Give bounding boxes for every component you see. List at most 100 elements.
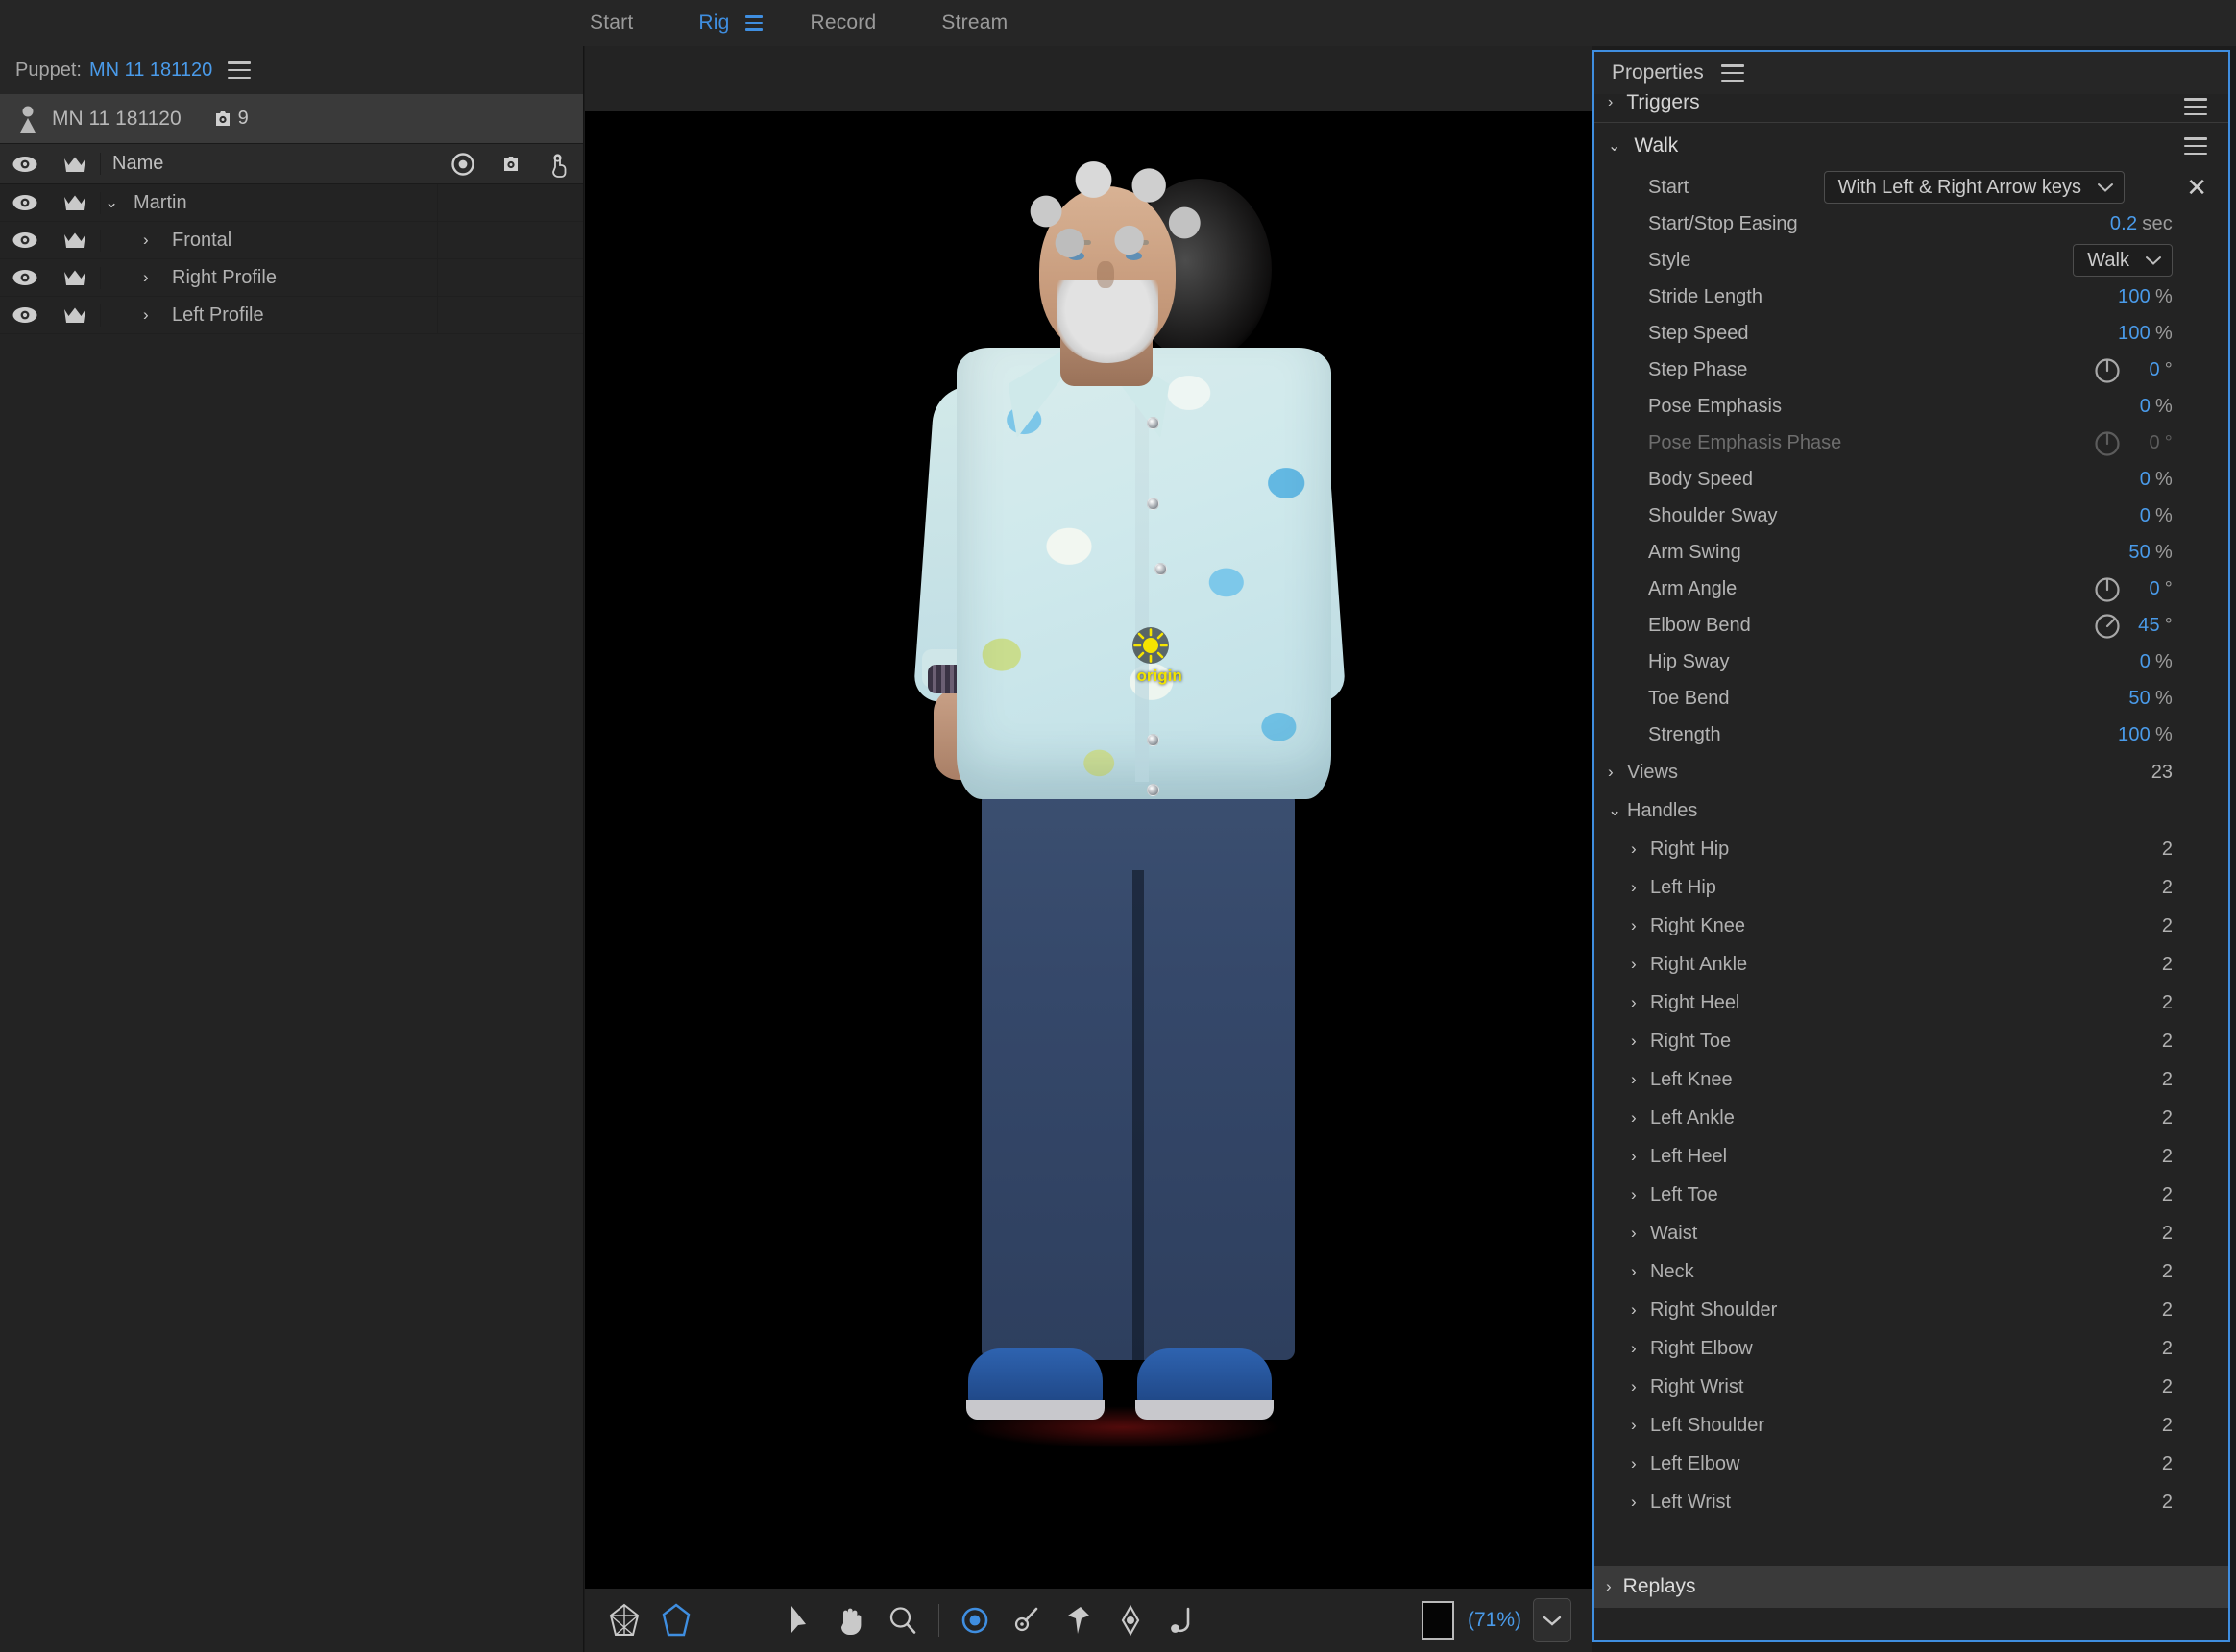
property-row-step-phase[interactable]: Step Phase 0 ° <box>1594 352 2228 388</box>
chevron-right-icon[interactable]: › <box>1608 94 1613 111</box>
property-value[interactable]: 0% <box>2140 505 2173 527</box>
hamburger-icon[interactable] <box>228 61 252 79</box>
hamburger-icon[interactable] <box>742 13 767 33</box>
dangle-pin-icon[interactable] <box>1001 1595 1053 1645</box>
list-item[interactable]: › Left Knee 2 <box>1594 1060 2228 1099</box>
workspace-tab-stream[interactable]: Stream <box>909 0 1040 46</box>
property-value[interactable]: 0 ° <box>2149 359 2173 381</box>
list-item[interactable]: › Right Knee 2 <box>1594 907 2228 945</box>
list-item[interactable]: › Right Hip 2 <box>1594 830 2228 868</box>
chevron-right-icon[interactable]: › <box>1608 763 1614 782</box>
property-row-body-speed[interactable]: Body Speed 0% <box>1594 461 2228 498</box>
eye-icon[interactable] <box>0 269 50 286</box>
hamburger-icon[interactable] <box>2184 98 2207 115</box>
table-row[interactable]: › Frontal <box>0 222 583 259</box>
magnifier-icon[interactable] <box>877 1595 929 1645</box>
puppet-canvas[interactable]: origin <box>585 111 1592 1589</box>
chevron-right-icon[interactable]: › <box>1631 1454 1637 1473</box>
chevron-right-icon[interactable]: › <box>1631 1493 1637 1512</box>
list-item[interactable]: › Right Toe 2 <box>1594 1022 2228 1060</box>
origin-handle[interactable] <box>1131 626 1170 665</box>
chevron-down-icon[interactable]: ⌄ <box>105 193 124 212</box>
column-header-name[interactable]: Name <box>100 153 439 175</box>
chevron-right-icon[interactable]: › <box>1631 878 1637 897</box>
angle-dial[interactable] <box>2094 357 2121 390</box>
list-item[interactable]: › Neck 2 <box>1594 1252 2228 1291</box>
property-row-step-speed[interactable]: Step Speed 100% <box>1594 315 2228 352</box>
stick-pin-icon[interactable] <box>1053 1595 1105 1645</box>
chevron-right-icon[interactable]: › <box>1631 1108 1637 1128</box>
outline-icon[interactable] <box>650 1595 702 1645</box>
chevron-down-icon[interactable]: ⌄ <box>1608 136 1620 156</box>
crown-icon[interactable] <box>50 305 100 325</box>
list-item[interactable]: › Right Heel 2 <box>1594 984 2228 1022</box>
crown-icon[interactable] <box>50 268 100 287</box>
angle-dial[interactable] <box>2094 613 2121 645</box>
mesh-icon[interactable] <box>598 1595 650 1645</box>
start-trigger-select[interactable]: With Left & Right Arrow keys <box>1823 171 2125 204</box>
chevron-right-icon[interactable]: › <box>1631 916 1637 935</box>
mesh-handle[interactable] <box>1146 417 1159 429</box>
draggable-handle-icon[interactable] <box>1105 1595 1156 1645</box>
property-value[interactable]: 50% <box>2128 688 2173 710</box>
chevron-right-icon[interactable]: › <box>1631 955 1637 974</box>
chevron-right-icon[interactable]: › <box>1631 1147 1637 1166</box>
eye-icon[interactable] <box>0 231 50 249</box>
section-triggers[interactable]: › Triggers <box>1594 94 2228 122</box>
property-value[interactable]: 0% <box>2140 651 2173 673</box>
property-row-arm-angle[interactable]: Arm Angle 0 ° <box>1594 571 2228 607</box>
handle-icon[interactable] <box>949 1595 1001 1645</box>
mesh-handle[interactable] <box>1146 498 1159 510</box>
chevron-right-icon[interactable]: › <box>143 231 162 250</box>
table-row[interactable]: › Left Profile <box>0 297 583 334</box>
chevron-right-icon[interactable]: › <box>1631 993 1637 1012</box>
chevron-right-icon[interactable]: › <box>1631 1262 1637 1281</box>
property-row-handles[interactable]: ⌄ Handles <box>1594 791 2228 830</box>
mesh-handle[interactable] <box>1154 563 1167 575</box>
chevron-right-icon[interactable]: › <box>143 305 162 325</box>
style-select[interactable]: Walk <box>2073 244 2173 277</box>
chevron-right-icon[interactable]: › <box>1631 839 1637 859</box>
list-item[interactable]: › Right Shoulder 2 <box>1594 1291 2228 1329</box>
chevron-right-icon[interactable]: › <box>143 268 162 287</box>
property-value[interactable]: 0% <box>2140 396 2173 418</box>
property-value[interactable]: 45 ° <box>2138 615 2173 637</box>
table-row[interactable]: › Right Profile <box>0 259 583 297</box>
property-row-pose-emphasis[interactable]: Pose Emphasis 0% <box>1594 388 2228 425</box>
property-row-start-stop-easing[interactable]: Start/Stop Easing 0.2 sec <box>1594 206 2228 242</box>
chevron-right-icon[interactable]: › <box>1631 1377 1637 1397</box>
chevron-down-icon[interactable]: ⌄ <box>1608 801 1621 820</box>
hamburger-icon[interactable] <box>1720 64 1744 82</box>
property-row-shoulder-sway[interactable]: Shoulder Sway 0% <box>1594 498 2228 534</box>
list-item[interactable]: › Left Hip 2 <box>1594 868 2228 907</box>
crown-icon[interactable] <box>50 231 100 250</box>
background-color-swatch[interactable] <box>1421 1601 1454 1640</box>
hamburger-icon[interactable] <box>2184 137 2207 155</box>
property-value[interactable]: 100% <box>2118 323 2173 345</box>
property-value[interactable]: 0 ° <box>2149 578 2173 600</box>
list-item[interactable]: › Waist 2 <box>1594 1214 2228 1252</box>
eye-icon[interactable] <box>0 194 50 211</box>
eye-icon[interactable] <box>0 306 50 324</box>
list-item[interactable]: › Right Elbow 2 <box>1594 1329 2228 1368</box>
property-value[interactable]: 0% <box>2140 469 2173 491</box>
list-item[interactable]: › Left Elbow 2 <box>1594 1445 2228 1483</box>
arrow-select-icon[interactable] <box>773 1595 825 1645</box>
chevron-right-icon[interactable]: › <box>1606 1577 1612 1596</box>
property-row-toe-bend[interactable]: Toe Bend 50% <box>1594 680 2228 717</box>
angle-dial[interactable] <box>2094 576 2121 609</box>
chevron-right-icon[interactable]: › <box>1631 1185 1637 1204</box>
layer-row-frontal[interactable]: › Frontal <box>100 229 437 252</box>
list-item[interactable]: › Left Shoulder 2 <box>1594 1406 2228 1445</box>
layer-row-right-profile[interactable]: › Right Profile <box>100 266 437 289</box>
list-item[interactable]: › Right Wrist 2 <box>1594 1368 2228 1406</box>
list-item[interactable]: › Left Ankle 2 <box>1594 1099 2228 1137</box>
property-value[interactable]: 100% <box>2118 286 2173 308</box>
staple-icon[interactable] <box>1156 1595 1208 1645</box>
workspace-tab-start[interactable]: Start <box>557 0 666 46</box>
chevron-right-icon[interactable]: › <box>1631 1032 1637 1051</box>
property-value[interactable]: 0.2 sec <box>2110 213 2173 235</box>
property-row-views[interactable]: › Views 23 <box>1594 753 2228 791</box>
puppet-name-link[interactable]: MN 11 181120 <box>89 60 212 82</box>
list-item[interactable]: › Right Ankle 2 <box>1594 945 2228 984</box>
